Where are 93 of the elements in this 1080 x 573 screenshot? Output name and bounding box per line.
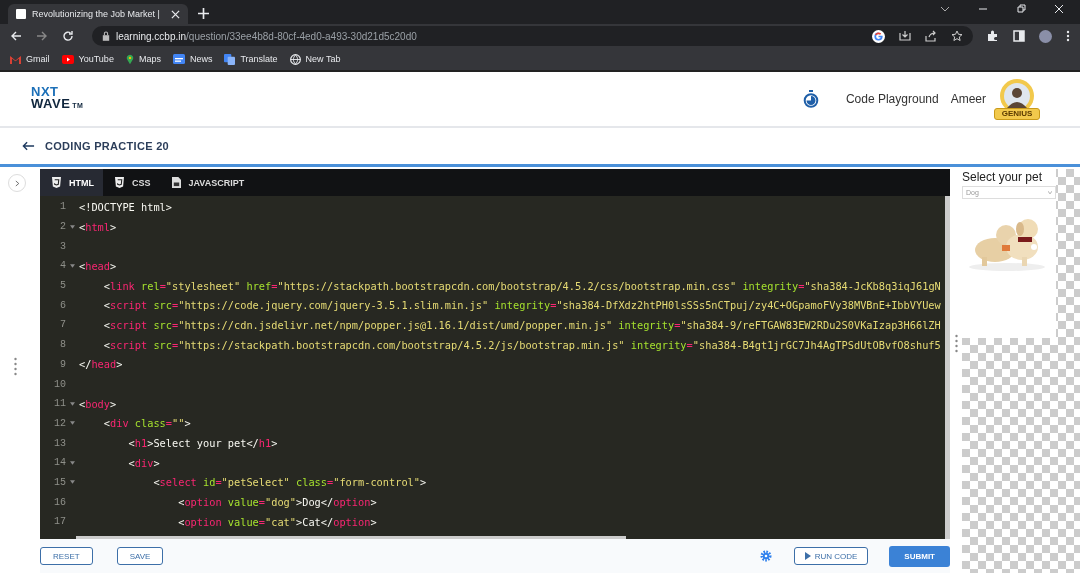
profile-avatar[interactable] (1039, 29, 1052, 43)
site-favicon-icon (16, 9, 26, 19)
line-number: 1 (59, 201, 66, 213)
user-name[interactable]: Ameer (950, 92, 986, 106)
line-number: 12 (53, 417, 66, 429)
news-icon (172, 54, 185, 64)
stopwatch-icon[interactable] (802, 90, 819, 108)
chevron-right-icon (14, 179, 20, 187)
bookmark[interactable]: New Tab (289, 53, 341, 65)
fold-icon[interactable] (70, 480, 75, 485)
bookmark[interactable]: Translate (224, 53, 278, 65)
back-icon[interactable] (10, 30, 22, 42)
run-code-button[interactable]: RUN CODE (793, 547, 869, 565)
back-arrow-icon[interactable] (22, 141, 35, 151)
google-icon[interactable] (872, 29, 885, 43)
code-line: <script src="https://code.jquery.com/jquery-3.5.1.slim.min.js" integrity="sha384-DfXdz2htPH0lsSSs5nCTpuj/zy4C+OGpamoFVy38MVBnE+IbbVYUew (102, 299, 941, 312)
code-line: <option value="dog">Dog</option> (177, 496, 377, 509)
line-number: 16 (53, 496, 66, 508)
address-bar[interactable]: learning.ccbp.in/question/33ee4b8d-80cf-4ed0-a493-30d21d5c20d0 (92, 26, 973, 46)
close-icon[interactable] (1054, 3, 1064, 14)
resize-handle[interactable] (13, 357, 17, 377)
shield-icon (115, 177, 124, 188)
close-icon[interactable] (171, 9, 180, 19)
line-number: 9 (59, 358, 66, 370)
reset-button[interactable]: RESET (40, 547, 93, 565)
code-line: </head> (79, 358, 123, 371)
lock-icon (102, 31, 110, 41)
play-icon (804, 552, 811, 560)
code-line: <!DOCTYPE html> (79, 200, 172, 213)
code-line: <script src="https://stackpath.bootstrapcdn.com/bootstrap/4.5.2/js/bootstrap.min.js" integrity="sha384-B4gt1jrGC7Jh4AgTPSdUtOBvfO8shuf5 (102, 338, 941, 351)
browser-tab[interactable]: Revolutionizing the Job Market | (8, 4, 188, 24)
resize-handle[interactable] (954, 334, 958, 354)
scrollbar[interactable] (76, 536, 626, 539)
code-line: <div> (127, 456, 160, 469)
fold-icon[interactable] (70, 263, 75, 268)
line-number: 10 (53, 378, 66, 390)
gmail-icon (10, 54, 21, 64)
code-line: <script src="https://cdn.jsdelivr.net/npm/popper.js@1.16.1/dist/umd/popper.min.js" integrity="sha384-9/reFTGAW83EW2RDu2S0VKaIzap3H66lZH (102, 318, 941, 331)
code-line: <link rel="stylesheet" href="https://stackpath.bootstrapcdn.com/bootstrap/4.5.2/css/bootstrap.min.css" integrity="sha384-JcKb8q3iqJ61gN (102, 279, 941, 292)
caret-icon (1048, 191, 1052, 194)
line-number: 8 (59, 339, 66, 351)
line-number: 15 (53, 476, 66, 488)
play-icon (61, 54, 74, 64)
puzzle-icon[interactable] (987, 30, 999, 42)
bookmark[interactable]: News (172, 54, 213, 64)
code-line: <body> (79, 397, 117, 410)
save-button[interactable]: SAVE (116, 547, 164, 565)
code-line: <html> (79, 220, 117, 233)
line-number: 5 (59, 280, 66, 292)
scrollbar[interactable] (945, 196, 950, 539)
shield-icon (52, 177, 61, 188)
translate-icon (224, 53, 236, 65)
preview-heading: Select your pet (962, 170, 1044, 184)
line-number: 17 (53, 516, 66, 528)
file-tab[interactable]: JAVASCRIPT (159, 169, 254, 196)
line-number: 11 (53, 398, 66, 410)
line-number: 13 (53, 437, 66, 449)
line-number: 6 (59, 299, 66, 311)
bookmark[interactable]: Maps (125, 53, 161, 65)
code-line: <div class=""> (102, 417, 191, 430)
bookmark[interactable]: Gmail (10, 54, 50, 64)
fold-icon[interactable] (70, 224, 75, 229)
settings-icon[interactable] (759, 550, 772, 562)
code-line: <select id="petSelect" class="form-control"> (152, 476, 427, 489)
submit-button[interactable]: SUBMIT (889, 545, 950, 567)
practice-title: CODING PRACTICE 20 (45, 140, 169, 152)
reload-icon[interactable] (62, 30, 74, 42)
file-tab[interactable]: HTML (40, 169, 103, 196)
globe-icon (289, 53, 301, 65)
share-icon[interactable] (925, 30, 937, 42)
star-icon[interactable] (951, 30, 963, 42)
fold-icon[interactable] (70, 421, 75, 426)
bookmark[interactable]: YouTube (61, 54, 114, 64)
file-tab[interactable]: CSS (103, 169, 160, 196)
line-number: 4 (59, 260, 66, 272)
line-number: 7 (59, 319, 66, 331)
fold-icon[interactable] (70, 401, 75, 406)
line-number: 14 (53, 457, 66, 469)
install-icon[interactable] (899, 30, 911, 42)
line-number: 2 (59, 221, 66, 233)
new-tab-icon[interactable] (198, 8, 209, 19)
side-panel-icon[interactable] (1013, 30, 1025, 42)
code-line: <option value="cat">Cat</option> (177, 515, 377, 528)
file-icon (171, 177, 181, 188)
more-icon[interactable] (1066, 30, 1070, 42)
fold-icon[interactable] (70, 460, 75, 465)
code-line: <h1>Select your pet</h1> (127, 437, 278, 450)
line-number: 3 (59, 240, 66, 252)
code-line: <head> (79, 259, 117, 272)
code-playground-link[interactable]: Code Playground (845, 92, 939, 106)
forward-icon[interactable] (36, 30, 48, 42)
map-pin-icon (125, 53, 134, 65)
restore-icon[interactable] (1016, 3, 1026, 14)
